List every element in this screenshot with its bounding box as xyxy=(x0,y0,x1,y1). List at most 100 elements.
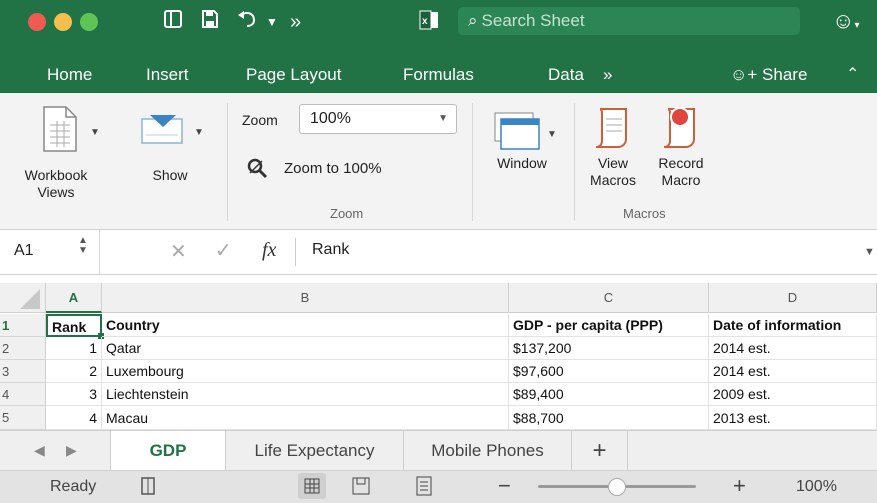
zoom-label: Zoom xyxy=(242,112,278,128)
cell-c3[interactable]: $97,600 xyxy=(509,360,709,383)
column-header-d[interactable]: D xyxy=(709,283,877,313)
undo-icon[interactable] xyxy=(236,9,260,36)
cell-b5[interactable]: Macau xyxy=(102,406,509,430)
title-bar: ▼ » x ⌕ Search Sheet ☺▾ xyxy=(0,0,877,60)
sidebar-icon[interactable] xyxy=(163,9,183,36)
svg-text:x: x xyxy=(422,16,428,27)
scroll-icon xyxy=(590,105,634,156)
page-layout-view-icon[interactable] xyxy=(350,475,372,502)
close-window-button[interactable] xyxy=(28,13,46,31)
more-tabs-button[interactable]: » xyxy=(603,62,612,88)
show-dropdown-icon: ▼ xyxy=(194,127,204,138)
formula-divider xyxy=(295,238,296,266)
tab-home[interactable]: Home xyxy=(47,62,92,88)
sheet-tab-gdp[interactable]: GDP xyxy=(110,431,226,471)
spreadsheet-grid: A B C D 1 Rank Country GDP - per capita … xyxy=(0,275,877,430)
tab-page-layout[interactable]: Page Layout xyxy=(246,62,341,88)
zoom-window-button[interactable] xyxy=(80,13,98,31)
sheet-tab-bar: ◀ ▶ GDP Life Expectancy Mobile Phones + xyxy=(0,430,877,471)
show-button[interactable]: ▼ Show xyxy=(134,105,214,205)
search-sheet-input[interactable]: ⌕ Search Sheet xyxy=(458,7,800,35)
record-scroll-icon xyxy=(658,105,702,156)
cell-b2[interactable]: Qatar xyxy=(102,337,509,360)
row-header-4[interactable]: 4 xyxy=(0,383,46,406)
workbook-views-button[interactable]: ▼ Workbook Views xyxy=(18,105,118,205)
zoom-to-100-button[interactable]: Zoom to 100% xyxy=(246,155,426,183)
cell-c5[interactable]: $88,700 xyxy=(509,406,709,430)
formula-bar: A1 ▲ ▼ ✕ ✓ fx Rank ▼ xyxy=(0,230,877,275)
cell-d3[interactable]: 2014 est. xyxy=(709,360,877,383)
tab-formulas[interactable]: Formulas xyxy=(403,62,474,88)
zoom-select[interactable]: 100% ▼ xyxy=(299,104,457,134)
cell-b1[interactable]: Country xyxy=(102,314,509,337)
name-box[interactable]: A1 ▲ ▼ xyxy=(0,230,100,274)
tab-data[interactable]: Data xyxy=(548,62,584,88)
undo-dropdown-icon[interactable]: ▼ xyxy=(266,9,278,35)
sheet-tab-mobile-phones[interactable]: Mobile Phones xyxy=(404,431,572,471)
cell-c1[interactable]: GDP - per capita (PPP) xyxy=(509,314,709,337)
formula-input[interactable]: Rank xyxy=(312,241,349,259)
cell-d1[interactable]: Date of information xyxy=(709,314,877,337)
collapse-ribbon-icon[interactable]: ⌃ xyxy=(846,62,859,88)
show-icon xyxy=(140,113,186,152)
zoom-out-button[interactable]: − xyxy=(498,473,511,499)
select-all-corner[interactable] xyxy=(0,283,46,313)
sheet-tab-life-expectancy[interactable]: Life Expectancy xyxy=(226,431,404,471)
column-header-a[interactable]: A xyxy=(46,283,102,313)
magnifier-icon xyxy=(246,157,268,184)
zoom-value: 100% xyxy=(310,110,351,127)
cell-a4[interactable]: 3 xyxy=(46,383,102,406)
stepper-icon[interactable]: ▲ ▼ xyxy=(78,236,88,256)
next-sheet-icon[interactable]: ▶ xyxy=(66,442,77,459)
zoom-slider-thumb[interactable] xyxy=(608,478,626,496)
view-macros-button[interactable]: View Macros xyxy=(586,103,642,201)
previous-sheet-icon[interactable]: ◀ xyxy=(34,442,45,459)
window-dropdown-icon: ▼ xyxy=(547,129,557,140)
status-zoom-level: 100% xyxy=(796,478,837,495)
excel-icon: x xyxy=(418,9,440,38)
row-header-3[interactable]: 3 xyxy=(0,360,46,383)
window-icon xyxy=(493,111,545,158)
zoom-group-label: Zoom xyxy=(330,206,364,221)
cell-b4[interactable]: Liechtenstein xyxy=(102,383,509,406)
more-icon[interactable]: » xyxy=(290,9,301,35)
row-header-1[interactable]: 1 xyxy=(0,314,46,337)
zoom-slider[interactable] xyxy=(538,478,696,496)
cell-c2[interactable]: $137,200 xyxy=(509,337,709,360)
confirm-icon[interactable]: ✓ xyxy=(215,238,232,263)
column-header-c[interactable]: C xyxy=(509,283,709,313)
smiley-icon[interactable]: ☺▾ xyxy=(832,8,860,34)
cell-d5[interactable]: 2013 est. xyxy=(709,406,877,430)
cell-a5[interactable]: 4 xyxy=(46,406,102,430)
workbook-views-label: Workbook Views xyxy=(24,167,88,200)
tab-insert[interactable]: Insert xyxy=(146,62,189,88)
record-macro-button[interactable]: Record Macro xyxy=(650,103,712,201)
share-button[interactable]: ☺+ Share xyxy=(730,62,807,88)
column-header-b[interactable]: B xyxy=(102,283,509,313)
cell-a2[interactable]: 1 xyxy=(46,337,102,360)
cell-d2[interactable]: 2014 est. xyxy=(709,337,877,360)
insert-function-icon[interactable]: fx xyxy=(262,239,276,262)
workbook-views-icon xyxy=(40,105,84,158)
minimize-window-button[interactable] xyxy=(54,13,72,31)
window-label: Window xyxy=(497,155,547,171)
macro-record-status-icon[interactable] xyxy=(138,475,158,502)
cell-a3[interactable]: 2 xyxy=(46,360,102,383)
status-ready: Ready xyxy=(50,478,97,495)
window-button[interactable]: ▼ Window xyxy=(485,105,565,205)
cell-b3[interactable]: Luxembourg xyxy=(102,360,509,383)
cell-c4[interactable]: $89,400 xyxy=(509,383,709,406)
zoom-in-button[interactable]: + xyxy=(733,473,746,499)
cell-a1[interactable]: Rank xyxy=(46,314,102,337)
record-macro-label: Record Macro xyxy=(658,155,704,188)
normal-view-icon[interactable] xyxy=(298,473,326,499)
expand-formula-icon[interactable]: ▼ xyxy=(864,246,875,258)
cancel-icon[interactable]: ✕ xyxy=(170,239,187,264)
save-icon[interactable] xyxy=(200,9,220,36)
ribbon-divider xyxy=(574,103,575,221)
add-sheet-button[interactable]: + xyxy=(572,431,628,471)
row-header-5[interactable]: 5 xyxy=(0,406,46,430)
page-break-view-icon[interactable] xyxy=(414,475,434,502)
row-header-2[interactable]: 2 xyxy=(0,337,46,360)
cell-d4[interactable]: 2009 est. xyxy=(709,383,877,406)
